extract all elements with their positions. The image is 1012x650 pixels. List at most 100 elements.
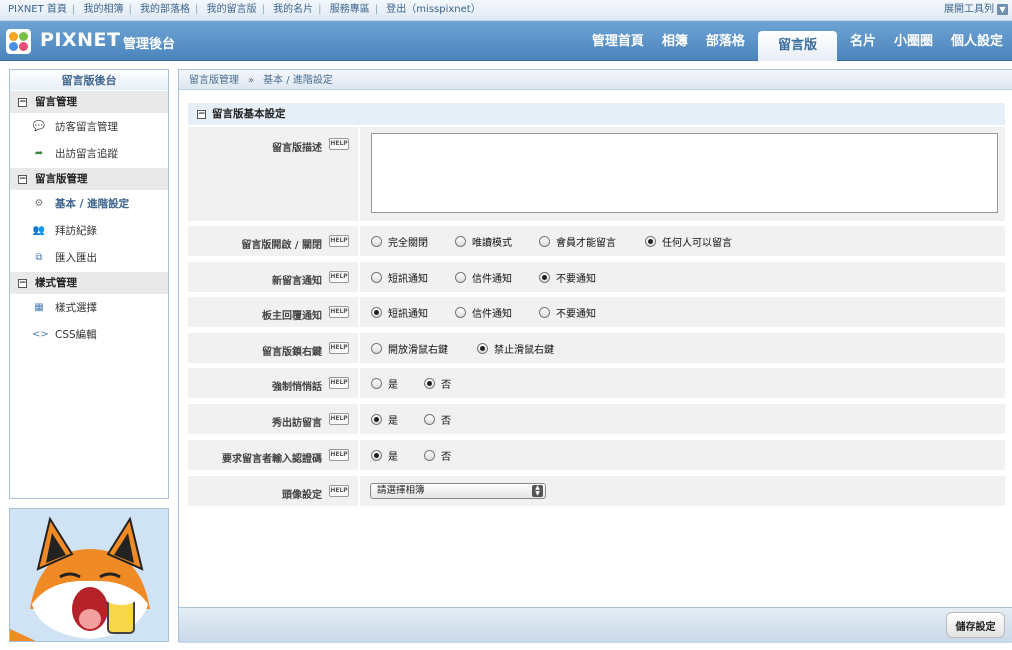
radio-button[interactable]: [539, 235, 550, 247]
brand-name: PIXNET: [40, 29, 121, 51]
radio-button[interactable]: [455, 306, 466, 318]
radio-button[interactable]: [371, 377, 382, 389]
sidebar-item-style-select[interactable]: ▦ 樣式選擇: [10, 294, 168, 321]
main-header: PIXNET 管理後台 管理首頁 相簿 部落格 留言版 名片 小圈圈 個人設定: [0, 21, 1012, 61]
description-textarea[interactable]: [371, 133, 998, 213]
radio-option-email-notify[interactable]: 信件通知: [455, 305, 539, 320]
radio-button-selected[interactable]: [477, 342, 488, 354]
radio-button[interactable]: [539, 306, 550, 318]
footer-action-bar: 儲存設定: [179, 607, 1012, 643]
nav-guestbook[interactable]: 留言版: [757, 31, 837, 61]
help-button[interactable]: HELP: [329, 138, 349, 150]
radio-button-selected[interactable]: [371, 449, 382, 461]
radio-option-sms-notify[interactable]: 短訊通知: [371, 270, 455, 285]
topbar-link-pixnet-home[interactable]: PIXNET 首頁: [8, 4, 67, 15]
sidebar-item-outgoing-tracking[interactable]: ➦ 出訪留言追蹤: [10, 140, 168, 167]
help-button[interactable]: HELP: [329, 485, 349, 497]
sidebar-item-basic-settings[interactable]: ⚙ 基本 / 進階設定: [10, 190, 168, 217]
radio-button-selected[interactable]: [645, 235, 656, 247]
radio-option-no-notify[interactable]: 不要通知: [539, 270, 596, 285]
radio-option-allow-right-click[interactable]: 開放滑鼠右鍵: [371, 341, 477, 356]
radio-label: 是: [388, 415, 398, 427]
expand-toolbar-button[interactable]: 展開工具列 ▼: [944, 0, 1008, 21]
sidebar-title: 留言版後台: [10, 70, 168, 90]
topbar-link-my-guestbook[interactable]: 我的留言版: [207, 4, 257, 15]
radio-option-fully-closed[interactable]: 完全關閉: [371, 234, 455, 249]
help-button[interactable]: HELP: [329, 235, 349, 247]
help-button[interactable]: HELP: [329, 377, 349, 389]
sidebar-item-visit-log[interactable]: 👥 拜訪紀錄: [10, 217, 168, 244]
setting-row-new-message-notify: 新留言通知 HELP 短訊通知 信件通知 不要通知: [188, 262, 1005, 292]
radio-option-read-only[interactable]: 唯讀模式: [455, 234, 539, 249]
radio-button[interactable]: [371, 235, 382, 247]
radio-button[interactable]: [371, 342, 382, 354]
radio-option-no[interactable]: 否: [424, 448, 451, 463]
album-select-dropdown[interactable]: 請選擇相簿 ▲ ▼: [370, 483, 546, 499]
radio-button-selected[interactable]: [424, 377, 435, 389]
radio-label: 會員才能留言: [556, 237, 616, 249]
radio-option-yes[interactable]: 是: [371, 412, 424, 427]
setting-label-cell: 留言版開啟 / 關閉 HELP: [188, 226, 360, 256]
help-button[interactable]: HELP: [329, 449, 349, 461]
help-button[interactable]: HELP: [329, 271, 349, 283]
sidebar-section-style-management[interactable]: − 樣式管理: [10, 272, 168, 294]
outgoing-message-icon: ➦: [34, 148, 44, 159]
radio-button[interactable]: [424, 449, 435, 461]
nav-blog[interactable]: 部落格: [697, 21, 754, 61]
sidebar-item-visitor-messages[interactable]: 💬 訪客留言管理: [10, 113, 168, 140]
setting-label: 強制悄悄話: [272, 382, 322, 393]
radio-button-selected[interactable]: [371, 413, 382, 425]
nav-card[interactable]: 名片: [841, 21, 885, 61]
radio-option-block-right-click[interactable]: 禁止滑鼠右鍵: [477, 341, 554, 356]
radio-group: 短訊通知 信件通知 不要通知: [371, 297, 596, 327]
nav-circle[interactable]: 小圈圈: [885, 21, 942, 61]
radio-option-anyone[interactable]: 任何人可以留言: [645, 234, 732, 249]
radio-option-no-notify[interactable]: 不要通知: [539, 305, 596, 320]
save-settings-button[interactable]: 儲存設定: [946, 612, 1005, 638]
radio-option-email-notify[interactable]: 信件通知: [455, 270, 539, 285]
breadcrumb-root[interactable]: 留言版管理: [189, 75, 239, 86]
nav-album[interactable]: 相簿: [653, 21, 697, 61]
radio-label: 是: [388, 451, 398, 463]
setting-row-reply-notify: 板主回覆通知 HELP 短訊通知 信件通知 不要通知: [188, 297, 1005, 327]
setting-label: 留言版描述: [272, 143, 322, 154]
pixnet-logo-icon: [6, 29, 31, 54]
topbar-link-logout[interactable]: 登出（misspixnet）: [386, 4, 480, 15]
topbar-link-my-blog[interactable]: 我的部落格: [140, 4, 190, 15]
panel-header[interactable]: − 留言版基本設定: [188, 103, 1005, 125]
help-button[interactable]: HELP: [329, 342, 349, 354]
sidebar-item-label: 訪客留言管理: [55, 121, 118, 133]
setting-row-open-close: 留言版開啟 / 關閉 HELP 完全關閉 唯讀模式 會員才能留言 任何人可以留言: [188, 226, 1005, 256]
sidebar-item-import-export[interactable]: ⧉ 匯入匯出: [10, 244, 168, 271]
radio-option-no[interactable]: 否: [424, 412, 451, 427]
radio-button-selected[interactable]: [371, 306, 382, 318]
radio-label: 唯讀模式: [472, 237, 512, 249]
select-arrows-icon: ▲ ▼: [532, 485, 543, 497]
radio-button[interactable]: [371, 271, 382, 283]
sidebar-item-label: 樣式選擇: [55, 302, 97, 314]
divider: |: [374, 4, 379, 15]
topbar-link-my-album[interactable]: 我的相簿: [83, 4, 123, 15]
help-button[interactable]: HELP: [329, 413, 349, 425]
radio-button[interactable]: [455, 271, 466, 283]
topbar-link-services[interactable]: 服務專區: [330, 4, 370, 15]
radio-option-members-only[interactable]: 會員才能留言: [539, 234, 645, 249]
sidebar-item-css-edit[interactable]: <> CSS編輯: [10, 321, 168, 348]
radio-button-selected[interactable]: [539, 271, 550, 283]
sidebar-section-message-management[interactable]: − 留言管理: [10, 91, 168, 113]
topbar-link-my-card[interactable]: 我的名片: [273, 4, 313, 15]
radio-button[interactable]: [455, 235, 466, 247]
radio-option-sms-notify[interactable]: 短訊通知: [371, 305, 455, 320]
sidebar-section-guestbook-management[interactable]: − 留言版管理: [10, 168, 168, 190]
radio-option-no[interactable]: 否: [424, 376, 451, 391]
nav-dashboard[interactable]: 管理首頁: [583, 21, 653, 61]
radio-option-yes[interactable]: 是: [371, 448, 424, 463]
code-icon: <>: [32, 329, 49, 340]
radio-option-yes[interactable]: 是: [371, 376, 424, 391]
setting-label-cell: 板主回覆通知 HELP: [188, 297, 360, 327]
radio-button[interactable]: [424, 413, 435, 425]
nav-personal-settings[interactable]: 個人設定: [942, 21, 1012, 61]
setting-label: 新留言通知: [272, 276, 322, 287]
setting-label-cell: 新留言通知 HELP: [188, 262, 360, 292]
help-button[interactable]: HELP: [329, 306, 349, 318]
